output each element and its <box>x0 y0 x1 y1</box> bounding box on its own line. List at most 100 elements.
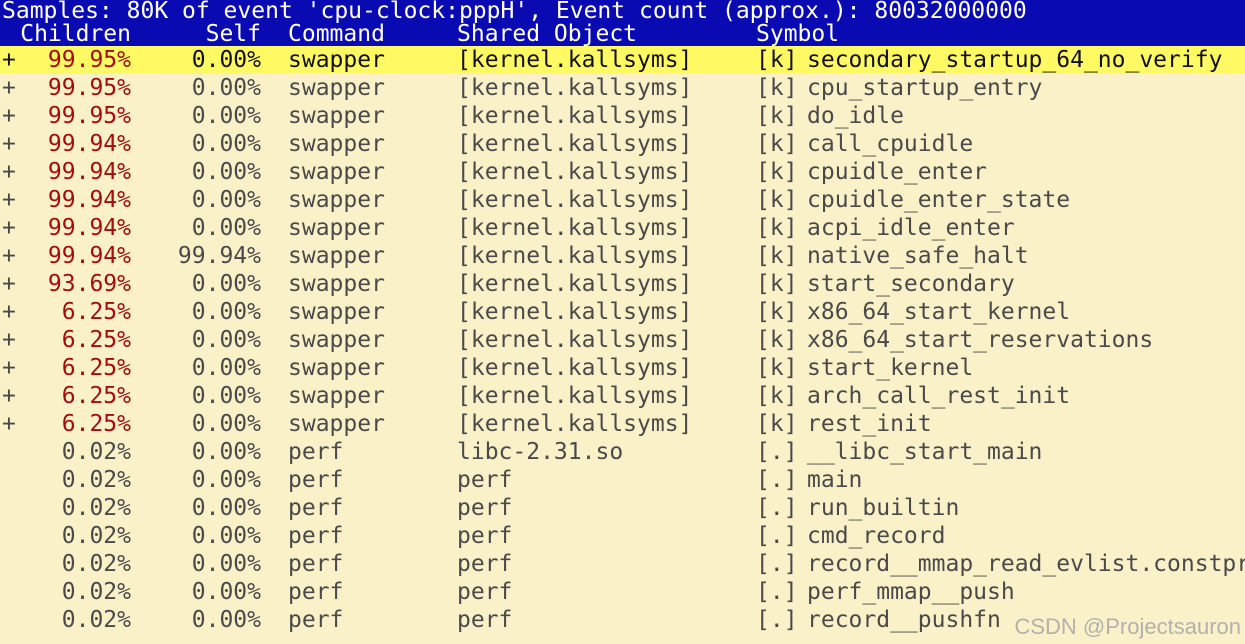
children-percent: 99.94% <box>47 243 131 269</box>
column-header-shared-object[interactable]: Shared Object <box>457 23 637 46</box>
self-percent: 0.00% <box>191 467 261 493</box>
self-percent: 0.00% <box>191 187 261 213</box>
children-percent: 99.94% <box>47 159 131 185</box>
report-row[interactable]: 0.02% 0.00% perf perf [.] run_builtin <box>0 494 1245 522</box>
command: perf <box>288 523 344 549</box>
self-percent: 0.00% <box>191 411 261 437</box>
self-percent: 0.00% <box>191 103 261 129</box>
self-percent: 0.00% <box>191 327 261 353</box>
shared-object: [kernel.kallsyms] <box>457 103 693 129</box>
symbol-level: [.] <box>756 551 798 577</box>
children-percent: 6.25% <box>61 383 131 409</box>
command: swapper <box>288 75 385 101</box>
command: perf <box>288 607 344 633</box>
report-row[interactable]: +99.94% 0.00% swapper [kernel.kallsyms] [k] c… <box>0 130 1245 158</box>
symbol-name: __libc_start_main <box>807 439 1043 465</box>
self-percent: 0.00% <box>191 271 261 297</box>
report-rows: +99.95% 0.00% swapper [kernel.kallsyms] [k] s… <box>0 46 1245 634</box>
report-row[interactable]: +99.95% 0.00% swapper [kernel.kallsyms] [k] c… <box>0 74 1245 102</box>
symbol-level: [k] <box>756 47 798 73</box>
status-bar: Samples: 80K of event 'cpu-clock:pppH', … <box>0 0 1245 23</box>
report-row[interactable]: 0.02% 0.00% perf perf [.] main <box>0 466 1245 494</box>
report-row[interactable]: +93.69% 0.00% swapper [kernel.kallsyms] [k] s… <box>0 270 1245 298</box>
command: swapper <box>288 47 385 73</box>
self-percent: 0.00% <box>191 299 261 325</box>
symbol-level: [.] <box>756 495 798 521</box>
self-percent: 99.94% <box>177 243 261 269</box>
children-percent: 0.02% <box>61 495 131 521</box>
command: swapper <box>288 159 385 185</box>
children-percent: 99.94% <box>47 131 131 157</box>
self-percent: 0.00% <box>191 355 261 381</box>
symbol-level: [.] <box>756 579 798 605</box>
shared-object: perf <box>457 607 513 633</box>
report-row[interactable]: 0.02% 0.00% perf perf [.] cmd_record <box>0 522 1245 550</box>
symbol-name: record__mmap_read_evlist.constprop <box>807 551 1245 577</box>
shared-object: perf <box>457 467 513 493</box>
children-percent: 6.25% <box>61 327 131 353</box>
report-row[interactable]: +6.25% 0.00% swapper [kernel.kallsyms] [k] ar… <box>0 382 1245 410</box>
command: perf <box>288 495 344 521</box>
self-percent: 0.00% <box>191 495 261 521</box>
children-percent: 6.25% <box>61 299 131 325</box>
shared-object: [kernel.kallsyms] <box>457 159 693 185</box>
shared-object: [kernel.kallsyms] <box>457 327 693 353</box>
children-percent: 0.02% <box>61 467 131 493</box>
symbol-name: native_safe_halt <box>807 243 1029 269</box>
children-percent: 0.02% <box>61 439 131 465</box>
report-row[interactable]: +6.25% 0.00% swapper [kernel.kallsyms] [k] x8… <box>0 326 1245 354</box>
status-text: Samples: 80K of event 'cpu-clock:pppH', … <box>2 0 1027 24</box>
report-row[interactable]: 0.02% 0.00% perf libc-2.31.so [.] __libc_star… <box>0 438 1245 466</box>
report-row[interactable]: +99.94% 0.00% swapper [kernel.kallsyms] [k] c… <box>0 186 1245 214</box>
children-percent: 6.25% <box>61 355 131 381</box>
report-row[interactable]: 0.02% 0.00% perf perf [.] perf_mmap__push <box>0 578 1245 606</box>
symbol-level: [.] <box>756 439 798 465</box>
shared-object: [kernel.kallsyms] <box>457 243 693 269</box>
shared-object: libc-2.31.so <box>457 439 624 465</box>
shared-object: [kernel.kallsyms] <box>457 411 693 437</box>
children-percent: 99.94% <box>47 187 131 213</box>
shared-object: perf <box>457 523 513 549</box>
shared-object: [kernel.kallsyms] <box>457 215 693 241</box>
report-row[interactable]: +6.25% 0.00% swapper [kernel.kallsyms] [k] x8… <box>0 298 1245 326</box>
report-row[interactable]: +99.94% 99.94% swapper [kernel.kallsyms] [k]… <box>0 242 1245 270</box>
symbol-level: [k] <box>756 271 798 297</box>
symbol-level: [k] <box>756 103 798 129</box>
command: swapper <box>288 215 385 241</box>
symbol-name: cpu_startup_entry <box>807 75 1043 101</box>
self-percent: 0.00% <box>191 47 261 73</box>
column-header-symbol[interactable]: Symbol <box>756 23 839 46</box>
column-header-self[interactable]: Self <box>135 23 261 46</box>
symbol-name: x86_64_start_reservations <box>807 327 1154 353</box>
children-percent: 93.69% <box>47 271 131 297</box>
report-row[interactable]: +6.25% 0.00% swapper [kernel.kallsyms] [k] st… <box>0 354 1245 382</box>
report-row[interactable]: +99.94% 0.00% swapper [kernel.kallsyms] [k] a… <box>0 214 1245 242</box>
symbol-name: call_cpuidle <box>807 131 974 157</box>
symbol-level: [k] <box>756 75 798 101</box>
symbol-level: [k] <box>756 215 798 241</box>
command: swapper <box>288 383 385 409</box>
symbol-level: [k] <box>756 327 798 353</box>
symbol-name: secondary_startup_64_no_verify <box>807 47 1223 73</box>
command: swapper <box>288 271 385 297</box>
report-row[interactable]: +6.25% 0.00% swapper [kernel.kallsyms] [k] re… <box>0 410 1245 438</box>
symbol-name: run_builtin <box>807 495 960 521</box>
children-percent: 99.95% <box>47 103 131 129</box>
shared-object: perf <box>457 551 513 577</box>
symbol-name: cmd_record <box>807 523 946 549</box>
symbol-level: [.] <box>756 523 798 549</box>
column-header-command[interactable]: Command <box>288 23 385 46</box>
report-row[interactable]: +99.94% 0.00% swapper [kernel.kallsyms] [k] c… <box>0 158 1245 186</box>
report-row[interactable]: +99.95% 0.00% swapper [kernel.kallsyms] [k] s… <box>0 46 1245 74</box>
shared-object: [kernel.kallsyms] <box>457 47 693 73</box>
command: swapper <box>288 187 385 213</box>
report-row[interactable]: 0.02% 0.00% perf perf [.] record__mmap_read_e… <box>0 550 1245 578</box>
self-percent: 0.00% <box>191 131 261 157</box>
symbol-level: [k] <box>756 383 798 409</box>
column-header-children[interactable]: Children <box>0 23 131 46</box>
symbol-level: [k] <box>756 131 798 157</box>
symbol-level: [.] <box>756 467 798 493</box>
report-row[interactable]: +99.95% 0.00% swapper [kernel.kallsyms] [k] d… <box>0 102 1245 130</box>
command: perf <box>288 551 344 577</box>
children-percent: 0.02% <box>61 551 131 577</box>
